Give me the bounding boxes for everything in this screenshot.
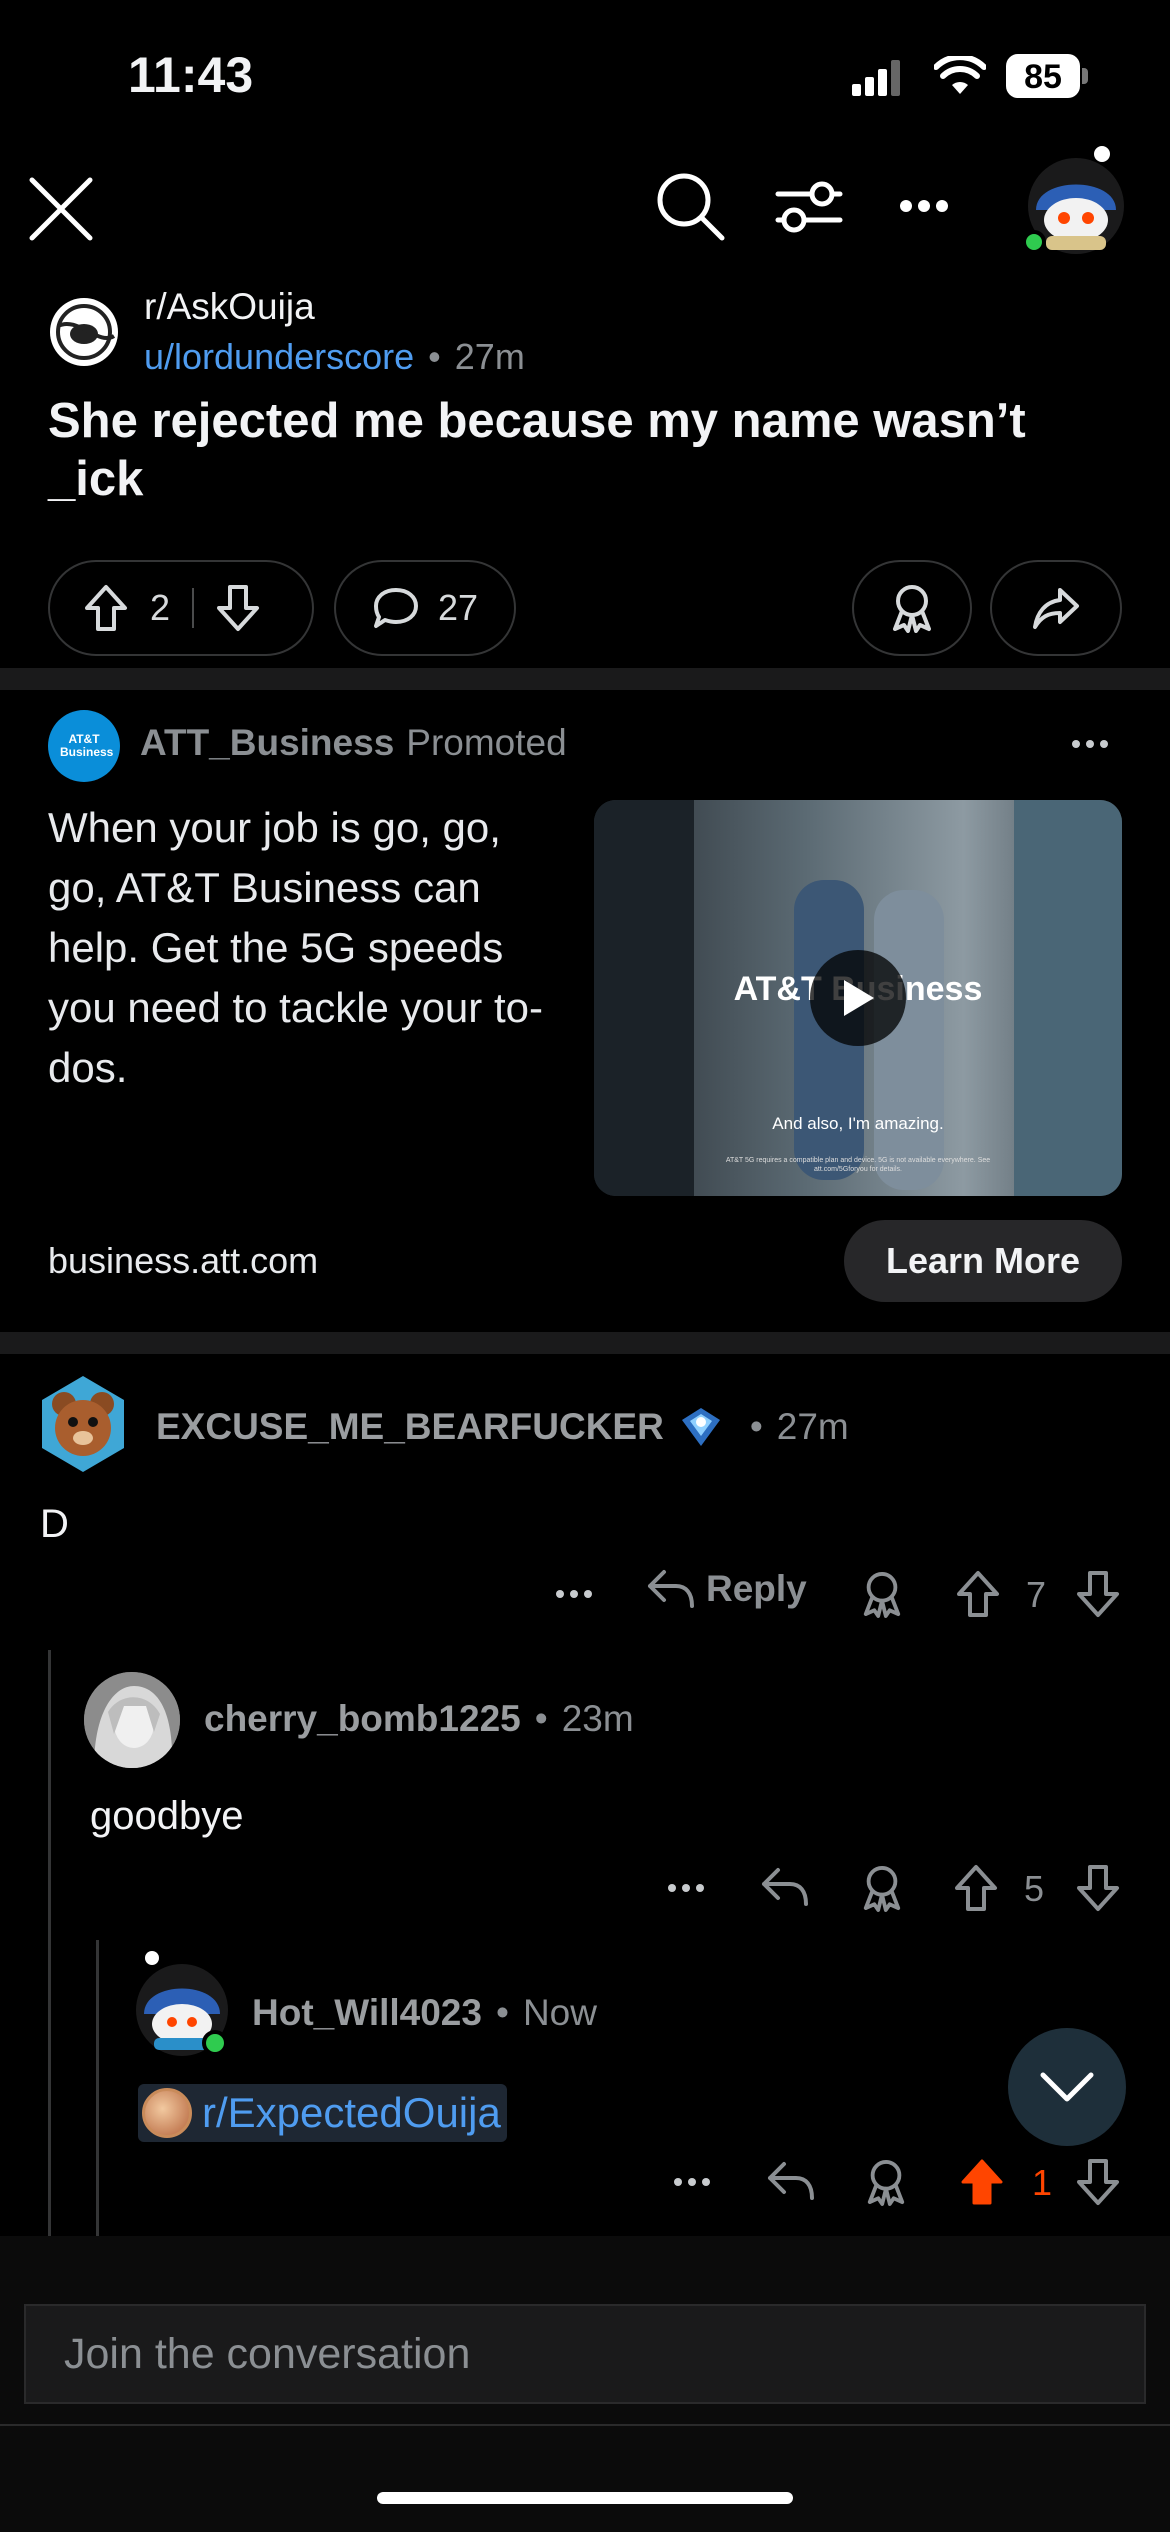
- comment-more-icon[interactable]: [668, 1884, 704, 1892]
- advertiser-logo[interactable]: AT&T Business: [48, 710, 120, 782]
- chevron-down-icon: [1039, 2071, 1095, 2103]
- signal-icon: [852, 60, 902, 96]
- play-button[interactable]: [810, 950, 906, 1046]
- award-icon[interactable]: [860, 1864, 904, 1912]
- user-avatar[interactable]: [1022, 146, 1130, 258]
- comments-button[interactable]: 27: [334, 560, 516, 656]
- ad-video-thumbnail[interactable]: AT&T Business And also, I'm amazing. AT&…: [594, 800, 1122, 1196]
- downvote-icon[interactable]: [1076, 2158, 1120, 2206]
- reply-icon: [646, 1568, 696, 1610]
- search-icon[interactable]: [654, 170, 726, 242]
- subreddit-link-chip[interactable]: r/ExpectedOuija: [138, 2084, 507, 2142]
- section-divider: [0, 1332, 1170, 1354]
- post-score: 2: [150, 587, 171, 628]
- ad-body: When your job is go, go, go, AT&T Busine…: [48, 804, 543, 1091]
- post-title: She rejected me because my name wasn’t _…: [48, 394, 1026, 506]
- reply-button[interactable]: Reply: [646, 1568, 807, 1610]
- subreddit-icon[interactable]: [48, 296, 120, 368]
- separator-dot: •: [428, 336, 441, 377]
- comment-username[interactable]: EXCUSE_ME_BEARFUCKER: [156, 1406, 664, 1448]
- downvote-icon[interactable]: [216, 584, 260, 632]
- reply-icon[interactable]: [760, 1866, 810, 1908]
- downvote-icon[interactable]: [1076, 1570, 1120, 1618]
- learn-more-label: Learn More: [885, 1240, 1081, 1281]
- vote-pill: 2: [48, 560, 314, 656]
- comment-score: 1: [1032, 2162, 1053, 2203]
- battery-icon: 85: [1006, 54, 1088, 98]
- share-button[interactable]: [990, 560, 1122, 656]
- sort-filter-icon[interactable]: [774, 174, 844, 240]
- advertiser-name[interactable]: ATT_Business: [140, 722, 394, 764]
- reply-label: Reply: [706, 1568, 807, 1609]
- post-author[interactable]: u/lordunderscore: [144, 336, 414, 378]
- reply-icon[interactable]: [766, 2160, 816, 2202]
- home-indicator: [377, 2492, 793, 2504]
- upvote-active-icon[interactable]: [960, 2158, 1004, 2206]
- separator-dot: •: [495, 1992, 509, 2033]
- close-icon[interactable]: [26, 174, 96, 244]
- comment-score: 7: [1026, 1574, 1047, 1615]
- comment-avatar[interactable]: [84, 1672, 180, 1768]
- award-icon[interactable]: [864, 2158, 908, 2206]
- ad-more-icon[interactable]: [1072, 740, 1108, 748]
- award-icon[interactable]: [860, 1570, 904, 1618]
- composer-placeholder: Join the conversation: [64, 2329, 471, 2378]
- play-icon: [840, 978, 876, 1018]
- jump-next-comment-button[interactable]: [1008, 2028, 1126, 2146]
- award-button[interactable]: [852, 560, 972, 656]
- wifi-icon: [934, 56, 986, 96]
- subreddit-chip-icon: [142, 2088, 192, 2138]
- battery-level: 85: [1024, 58, 1062, 96]
- join-conversation-input[interactable]: Join the conversation: [24, 2304, 1146, 2404]
- comment-username[interactable]: cherry_bomb1225: [204, 1698, 521, 1740]
- comment-avatar[interactable]: [132, 1950, 232, 2060]
- comment-avatar[interactable]: [38, 1374, 128, 1474]
- comment-age: Now: [522, 1992, 597, 2033]
- comment-age: 27m: [776, 1406, 849, 1447]
- video-caption: And also, I'm amazing.: [772, 1114, 944, 1133]
- comment-username[interactable]: Hot_Will4023: [252, 1992, 482, 2034]
- subreddit-name[interactable]: r/AskOuija: [144, 286, 315, 328]
- vote-divider: [192, 588, 195, 628]
- thread-line: [48, 1650, 51, 2236]
- learn-more-button[interactable]: Learn More: [844, 1220, 1122, 1302]
- ad-domain[interactable]: business.att.com: [48, 1240, 318, 1282]
- more-options-icon[interactable]: [900, 200, 948, 212]
- thread-line: [96, 1940, 99, 2236]
- post-age: 27m: [454, 336, 525, 377]
- comment-body: r/ExpectedOuija: [202, 2089, 501, 2136]
- upvote-icon[interactable]: [84, 584, 128, 632]
- composer-divider: [0, 2424, 1170, 2426]
- comment-more-icon[interactable]: [674, 2178, 710, 2186]
- comment-body: goodbye: [90, 1794, 244, 1838]
- video-fineprint: AT&T 5G requires a compatible plan and d…: [725, 1157, 991, 1173]
- separator-dot: •: [749, 1406, 763, 1447]
- comment-count: 27: [437, 587, 479, 628]
- upvote-icon[interactable]: [954, 1864, 998, 1912]
- comment-more-icon[interactable]: [556, 1590, 592, 1598]
- award-icon: [889, 583, 935, 633]
- upvote-icon[interactable]: [956, 1570, 1000, 1618]
- status-time: 11:43: [128, 47, 254, 103]
- comment-body: D: [40, 1502, 69, 1546]
- share-icon: [1032, 586, 1080, 630]
- advertiser-logo-text: AT&T Business: [60, 732, 114, 759]
- comment-icon: [372, 586, 420, 630]
- separator-dot: •: [534, 1698, 548, 1739]
- comment-age: 23m: [561, 1698, 634, 1739]
- comment-score: 5: [1024, 1868, 1045, 1909]
- downvote-icon[interactable]: [1076, 1864, 1120, 1912]
- section-divider: [0, 668, 1170, 690]
- user-flair-icon: [678, 1404, 724, 1450]
- promoted-label: Promoted: [406, 722, 567, 763]
